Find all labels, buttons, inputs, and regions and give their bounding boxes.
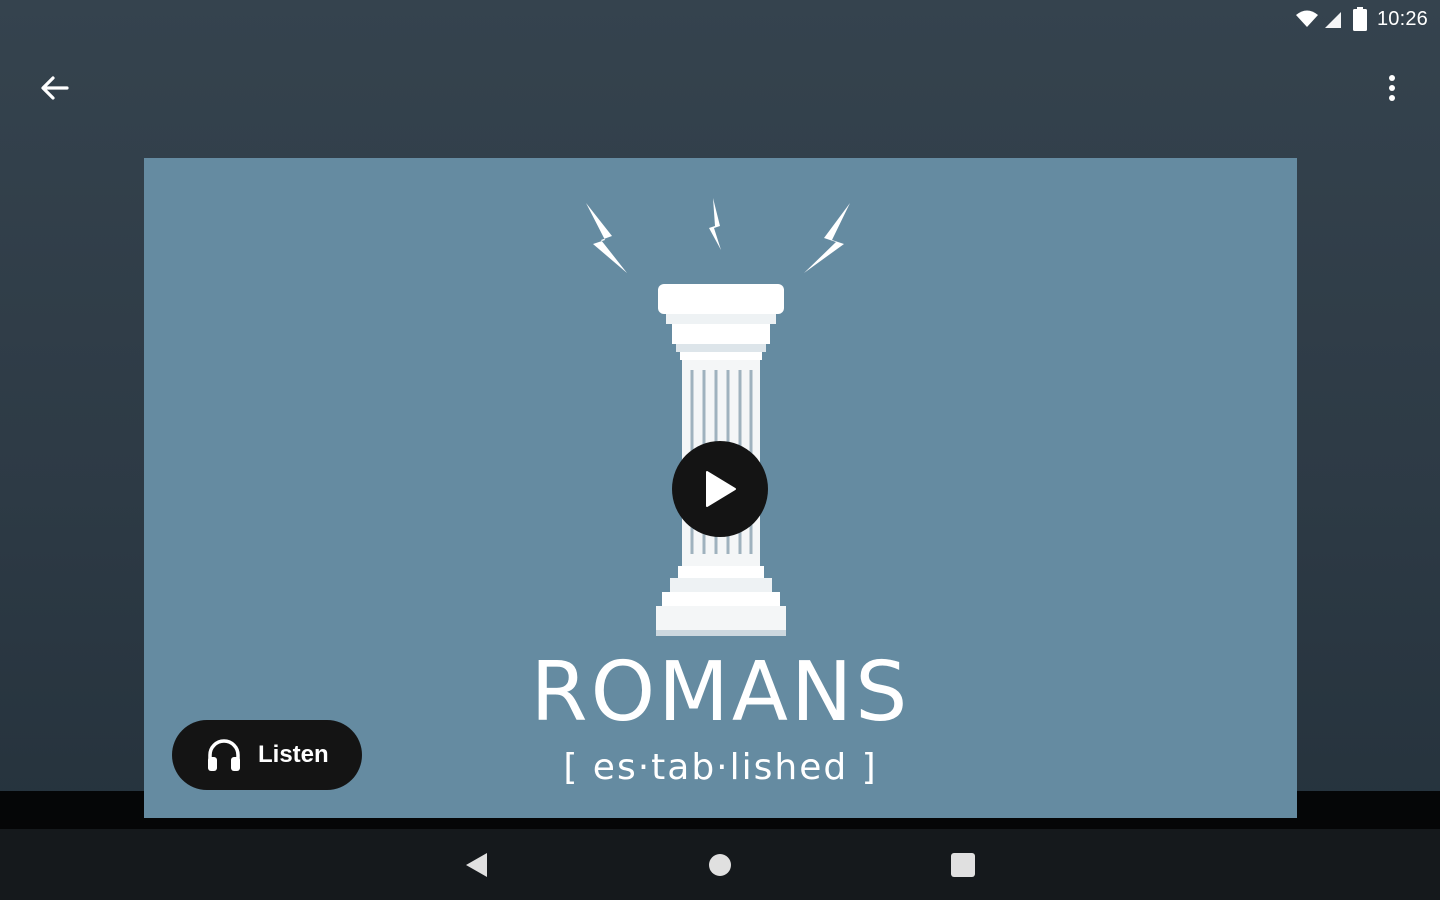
more-vert-icon: [1389, 75, 1395, 101]
media-card[interactable]: ROMANS [ es·tab·lished ] Listen: [144, 158, 1297, 818]
status-icons: 10:26: [1295, 6, 1428, 32]
play-button[interactable]: [672, 441, 768, 537]
status-time: 10:26: [1376, 7, 1428, 30]
nav-back-button[interactable]: [452, 841, 500, 889]
nav-recents-icon: [951, 853, 975, 877]
nav-recents-button[interactable]: [939, 841, 987, 889]
wifi-icon: [1295, 10, 1318, 27]
headphones-icon: [208, 739, 240, 771]
back-button[interactable]: [30, 64, 78, 112]
lightning-bolts-icon: [586, 198, 850, 273]
cell-signal-icon: [1324, 12, 1341, 28]
status-bar: 10:26: [0, 0, 1440, 38]
nav-home-icon: [709, 854, 731, 876]
back-arrow-icon: [41, 76, 69, 100]
battery-icon: [1352, 7, 1367, 31]
app-bar: [0, 38, 1440, 132]
play-icon: [706, 471, 736, 507]
listen-label: Listen: [258, 741, 329, 768]
nav-home-button[interactable]: [696, 841, 744, 889]
overflow-menu-button[interactable]: [1368, 64, 1416, 112]
listen-button[interactable]: Listen: [172, 720, 362, 790]
nav-back-icon: [466, 853, 487, 877]
system-nav-bar: [0, 829, 1440, 900]
